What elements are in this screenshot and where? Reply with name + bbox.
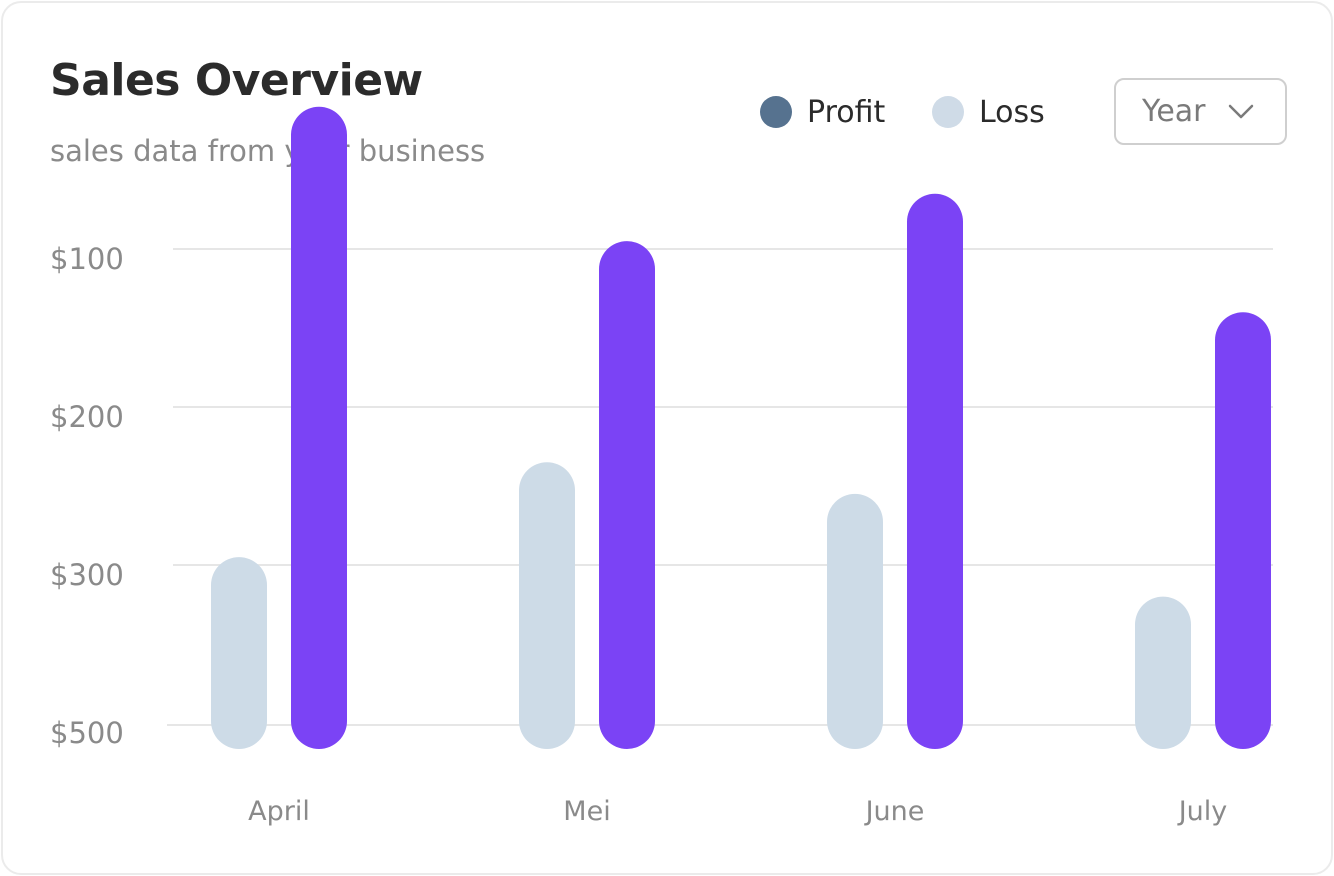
bar-profit-july[interactable] xyxy=(1215,312,1271,749)
bar-loss-april[interactable] xyxy=(211,557,267,749)
y-tick-label: $100 xyxy=(50,242,124,276)
x-tick-label: Mei xyxy=(563,796,610,827)
x-axis-labels: April Mei June July xyxy=(248,796,1227,827)
x-tick-label: July xyxy=(1177,796,1228,827)
bar-loss-mei[interactable] xyxy=(519,462,575,749)
bar-chart: $100 $200 $300 $500 April Mei June July xyxy=(50,106,1273,827)
bar-loss-june[interactable] xyxy=(827,493,883,749)
y-tick-label: $200 xyxy=(50,400,124,434)
bars xyxy=(211,106,1271,750)
bar-profit-mei[interactable] xyxy=(599,241,655,749)
y-tick-label: $300 xyxy=(50,558,124,592)
bar-loss-july[interactable] xyxy=(1135,596,1191,749)
bar-profit-april[interactable] xyxy=(291,106,347,750)
bar-profit-june[interactable] xyxy=(907,193,963,749)
y-axis-labels: $100 $200 $300 $500 xyxy=(50,242,124,750)
sales-overview-card: Sales Overview sales data from your busi… xyxy=(1,1,1333,875)
y-tick-label: $500 xyxy=(50,716,124,750)
x-tick-label: April xyxy=(248,796,310,827)
x-tick-label: June xyxy=(864,796,925,827)
